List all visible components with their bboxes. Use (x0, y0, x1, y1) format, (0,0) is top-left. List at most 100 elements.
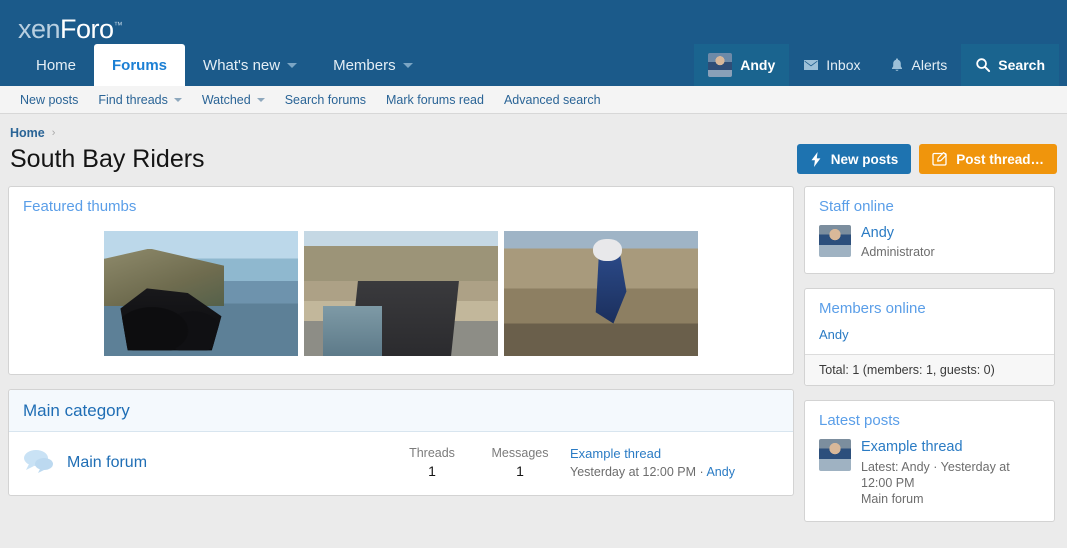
site-logo[interactable]: xenForo™ (18, 10, 123, 44)
staff-online-header: Staff online (805, 187, 1054, 225)
forum-threads-label: Threads (409, 446, 455, 460)
forum-messages-value: 1 (516, 463, 524, 479)
forum-link[interactable]: Main forum (67, 454, 388, 472)
envelope-icon (803, 57, 819, 73)
avatar[interactable] (819, 439, 851, 471)
chevron-down-icon (256, 97, 265, 102)
nav-tab-members[interactable]: Members (315, 44, 431, 86)
title-bar: South Bay Riders New posts Post thread… (8, 144, 1059, 186)
featured-thumb[interactable] (504, 231, 698, 356)
subnav-search-forums-label: Search forums (284, 92, 366, 107)
avatar-icon (708, 53, 733, 77)
search-icon (975, 57, 991, 73)
chevron-down-icon (402, 62, 413, 68)
members-online-title[interactable]: Members online (819, 300, 926, 317)
primary-navigation: Home Forums What's new Members Andy Inbo… (0, 44, 1067, 86)
featured-thumbs-block: Featured thumbs (8, 186, 794, 375)
latest-posts-header: Latest posts (805, 401, 1054, 439)
logo-trademark: ™ (113, 20, 123, 30)
members-online-names[interactable]: Andy (805, 327, 1054, 354)
forum-threads-value: 1 (428, 463, 436, 479)
last-post-author[interactable]: Andy (706, 465, 735, 479)
staff-online-block: Staff online Andy Administrator (804, 186, 1055, 274)
subnav-advanced-search[interactable]: Advanced search (494, 93, 611, 107)
nav-tab-list: Home Forums What's new Members (18, 44, 431, 86)
staff-online-member-role: Administrator (861, 245, 935, 259)
secondary-navigation: New posts Find threads Watched Search fo… (0, 86, 1067, 114)
staff-online-member: Andy Administrator (805, 225, 1054, 273)
latest-posts-block: Latest posts Example thread Latest: Andy… (804, 400, 1055, 522)
nav-tab-forums[interactable]: Forums (94, 44, 186, 86)
last-post-thread-link[interactable]: Example thread (570, 446, 779, 461)
subnav-mark-forums-read[interactable]: Mark forums read (376, 93, 494, 107)
subnav-new-posts[interactable]: New posts (10, 93, 88, 107)
site-header: xenForo™ (0, 0, 1067, 44)
featured-thumb[interactable] (104, 231, 298, 356)
latest-post-forum[interactable]: Main forum (861, 491, 1040, 507)
last-post-meta: Yesterday at 12:00 PM · Andy (570, 465, 779, 479)
featured-thumb[interactable] (304, 231, 498, 356)
sidebar: Staff online Andy Administrator Members … (804, 186, 1055, 536)
post-thread-button[interactable]: Post thread… (919, 144, 1057, 174)
forum-row: Main forum Threads 1 Messages 1 Example … (9, 432, 793, 495)
forum-messages-label: Messages (491, 446, 549, 460)
breadcrumb-home[interactable]: Home (10, 126, 45, 140)
main-category-block: Main category Main forum Threads 1 Messa… (8, 389, 794, 496)
bell-icon (889, 57, 905, 73)
subnav-watched-label: Watched (201, 92, 251, 107)
page-title: South Bay Riders (10, 145, 205, 173)
alerts-button[interactable]: Alerts (875, 44, 962, 86)
nav-tab-whats-new-label: What's new (203, 56, 281, 74)
featured-thumbs-list (9, 225, 793, 374)
latest-posts-title[interactable]: Latest posts (819, 412, 900, 429)
subnav-advanced-search-label: Advanced search (503, 92, 601, 107)
nav-right-group: Andy Inbox Alerts Search (694, 44, 1059, 86)
lightning-bolt-icon (810, 151, 823, 167)
forum-page: xenForo™ Home Forums What's new Members … (0, 0, 1067, 548)
members-online-header: Members online (805, 289, 1054, 327)
chevron-down-icon (287, 62, 298, 68)
latest-post-item: Example thread Latest: Andy · Yesterday … (805, 439, 1054, 521)
featured-thumbs-title[interactable]: Featured thumbs (23, 198, 136, 215)
main-category-title[interactable]: Main category (23, 401, 130, 420)
avatar[interactable] (819, 225, 851, 257)
subnav-find-threads[interactable]: Find threads (88, 93, 191, 107)
search-button[interactable]: Search (961, 44, 1059, 86)
members-online-total: Total: 1 (members: 1, guests: 0) (805, 354, 1054, 385)
forum-threads-stat: Threads 1 (388, 446, 476, 479)
visitor-name: Andy (740, 57, 776, 73)
last-post-separator: · (699, 465, 704, 479)
content-columns: Featured thumbs Main category Main forum… (8, 186, 1059, 536)
staff-online-member-info: Andy Administrator (861, 225, 935, 259)
forum-last-post: Example thread Yesterday at 12:00 PM · A… (564, 446, 779, 479)
compose-icon (932, 151, 948, 167)
nav-tab-home[interactable]: Home (18, 44, 94, 86)
subnav-search-forums[interactable]: Search forums (275, 93, 376, 107)
chevron-right-icon: › (51, 127, 56, 139)
forum-messages-stat: Messages 1 (476, 446, 564, 479)
post-thread-button-label: Post thread… (956, 151, 1044, 167)
inbox-label: Inbox (826, 57, 861, 73)
logo-part-two: Foro (60, 14, 114, 44)
nav-tab-whats-new[interactable]: What's new (185, 44, 315, 86)
new-posts-button-label: New posts (830, 151, 899, 167)
chevron-down-icon (173, 97, 182, 102)
nav-tab-members-label: Members (333, 56, 396, 74)
staff-online-member-name[interactable]: Andy (861, 225, 935, 241)
last-post-time: Yesterday at 12:00 PM (570, 465, 697, 479)
staff-online-title[interactable]: Staff online (819, 198, 894, 215)
new-posts-button[interactable]: New posts (796, 144, 912, 174)
breadcrumb: Home › (8, 114, 1059, 144)
nav-tab-forums-label: Forums (112, 56, 168, 74)
inbox-button[interactable]: Inbox (789, 44, 874, 86)
main-category-header: Main category (9, 390, 793, 432)
latest-post-meta: Latest: Andy · Yesterday at 12:00 PM (861, 460, 1010, 490)
subnav-mark-forums-read-label: Mark forums read (386, 92, 484, 107)
latest-post-title[interactable]: Example thread (861, 439, 1040, 456)
subnav-watched[interactable]: Watched (192, 93, 275, 107)
subnav-new-posts-label: New posts (20, 92, 79, 107)
logo-part-one: xen (18, 14, 61, 44)
nav-tab-home-label: Home (36, 56, 77, 74)
alerts-label: Alerts (911, 57, 948, 73)
visitor-menu-button[interactable]: Andy (694, 44, 790, 86)
